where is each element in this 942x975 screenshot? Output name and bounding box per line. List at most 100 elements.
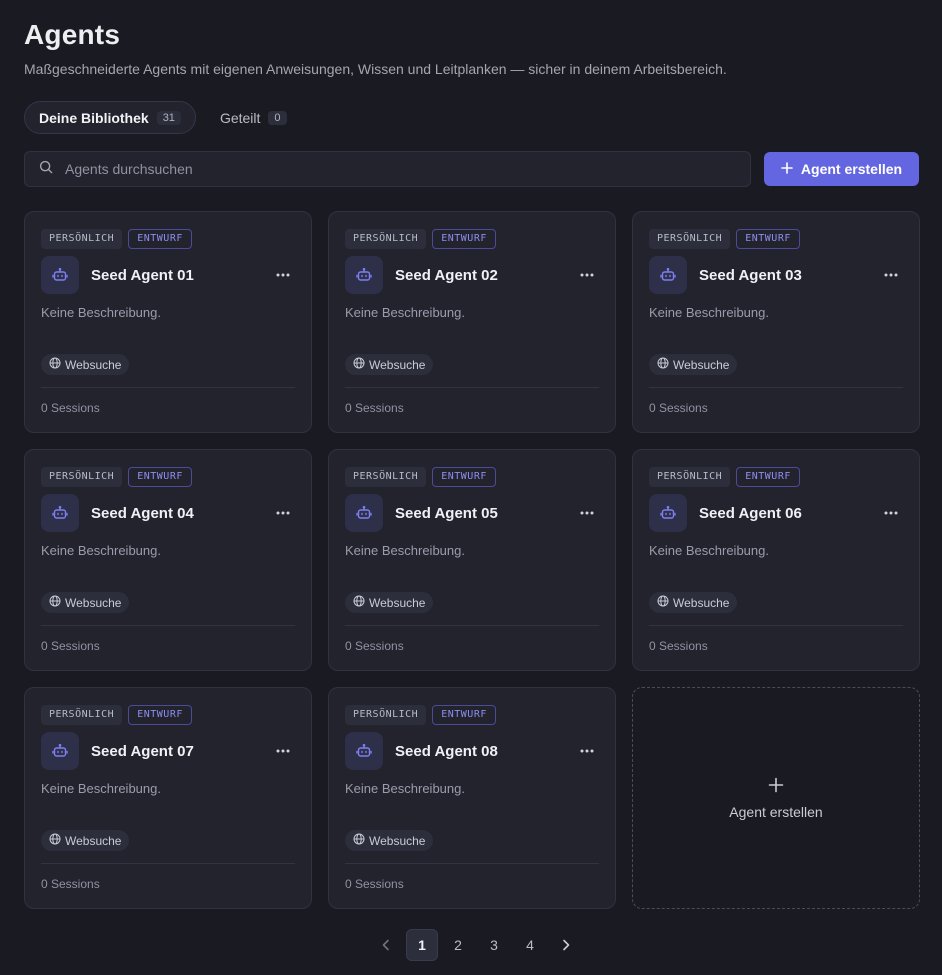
tab-library[interactable]: Deine Bibliothek 31 [24,101,196,134]
more-horizontal-icon[interactable] [269,261,297,289]
agent-card[interactable]: PERSÖNLICH ENTWURF Seed Agent 06 Keine B… [632,449,920,671]
session-count: 0 Sessions [41,639,100,653]
agent-name: Seed Agent 01 [91,266,194,284]
library-tabs: Deine Bibliothek 31 Geteilt 0 [24,101,301,134]
agent-name: Seed Agent 02 [395,266,498,284]
prev-page-button[interactable] [370,929,402,961]
more-horizontal-icon[interactable] [269,737,297,765]
agent-name: Seed Agent 08 [395,742,498,760]
more-horizontal-icon[interactable] [269,499,297,527]
session-count: 0 Sessions [41,877,100,891]
card-divider [41,387,295,388]
session-count: 0 Sessions [649,401,708,415]
robot-icon [649,494,687,532]
robot-icon [345,732,383,770]
more-horizontal-icon[interactable] [573,737,601,765]
agent-description: Keine Beschreibung. [41,305,161,320]
scope-badge: PERSÖNLICH [345,467,427,487]
card-badges: PERSÖNLICH ENTWURF [41,705,192,725]
globe-icon [353,357,365,372]
card-badges: PERSÖNLICH ENTWURF [345,467,496,487]
robot-icon [41,256,79,294]
globe-icon [353,833,365,848]
tool-chip: Websuche [345,592,434,613]
scope-badge: PERSÖNLICH [649,229,731,249]
session-count: 0 Sessions [345,877,404,891]
agent-card[interactable]: PERSÖNLICH ENTWURF Seed Agent 02 Keine B… [328,211,616,433]
tab-library-label: Deine Bibliothek [39,109,149,126]
search-bar [24,151,751,187]
card-divider [41,863,295,864]
tab-shared[interactable]: Geteilt 0 [206,101,301,134]
scope-badge: PERSÖNLICH [41,467,123,487]
status-badge: ENTWURF [128,229,192,249]
agent-card[interactable]: PERSÖNLICH ENTWURF Seed Agent 07 Keine B… [24,687,312,909]
globe-icon [353,595,365,610]
agent-name: Seed Agent 07 [91,742,194,760]
status-badge: ENTWURF [128,467,192,487]
scope-badge: PERSÖNLICH [41,229,123,249]
agent-name: Seed Agent 03 [699,266,802,284]
card-divider [649,387,903,388]
create-agent-button-label: Agent erstellen [800,161,903,177]
tool-chip-label: Websuche [369,595,426,610]
search-icon [39,160,53,179]
chevron-right-icon [563,939,570,951]
more-horizontal-icon[interactable] [877,261,905,289]
more-horizontal-icon[interactable] [573,261,601,289]
more-horizontal-icon[interactable] [877,499,905,527]
page-3-button[interactable]: 3 [478,929,510,961]
tab-library-count: 31 [156,110,181,125]
tool-chip-label: Websuche [369,833,426,848]
card-badges: PERSÖNLICH ENTWURF [649,229,800,249]
search-input[interactable] [63,160,750,178]
page-subtitle: Maßgeschneiderte Agents mit eigenen Anwe… [24,61,727,77]
session-count: 0 Sessions [41,401,100,415]
agent-name: Seed Agent 04 [91,504,194,522]
robot-icon [345,256,383,294]
card-badges: PERSÖNLICH ENTWURF [345,229,496,249]
status-badge: ENTWURF [736,229,800,249]
more-horizontal-icon[interactable] [573,499,601,527]
agents-page: Agents Maßgeschneiderte Agents mit eigen… [0,0,942,975]
globe-icon [49,357,61,372]
tool-chip-label: Websuche [369,357,426,372]
scope-badge: PERSÖNLICH [649,467,731,487]
add-agent-card[interactable]: Agent erstellen [632,687,920,909]
globe-icon [657,595,669,610]
tool-chip: Websuche [345,354,434,375]
agent-card[interactable]: PERSÖNLICH ENTWURF Seed Agent 05 Keine B… [328,449,616,671]
chevron-left-icon [382,939,389,951]
card-header: Seed Agent 02 [345,256,599,294]
status-badge: ENTWURF [432,467,496,487]
tool-chip-label: Websuche [65,833,122,848]
agent-card[interactable]: PERSÖNLICH ENTWURF Seed Agent 08 Keine B… [328,687,616,909]
agent-description: Keine Beschreibung. [41,543,161,558]
agent-card[interactable]: PERSÖNLICH ENTWURF Seed Agent 01 Keine B… [24,211,312,433]
card-divider [649,625,903,626]
tool-chip: Websuche [41,830,130,851]
tool-chip-label: Websuche [673,595,730,610]
agent-description: Keine Beschreibung. [41,781,161,796]
card-header: Seed Agent 07 [41,732,295,770]
card-header: Seed Agent 06 [649,494,903,532]
globe-icon [49,595,61,610]
card-badges: PERSÖNLICH ENTWURF [649,467,800,487]
agent-grid: PERSÖNLICH ENTWURF Seed Agent 01 Keine B… [24,211,920,909]
tool-chip-label: Websuche [65,357,122,372]
status-badge: ENTWURF [432,705,496,725]
scope-badge: PERSÖNLICH [345,229,427,249]
agent-card[interactable]: PERSÖNLICH ENTWURF Seed Agent 04 Keine B… [24,449,312,671]
create-agent-button[interactable]: Agent erstellen [764,152,919,186]
agent-card[interactable]: PERSÖNLICH ENTWURF Seed Agent 03 Keine B… [632,211,920,433]
card-divider [41,625,295,626]
page-2-button[interactable]: 2 [442,929,474,961]
page-1-button[interactable]: 1 [406,929,438,961]
agent-description: Keine Beschreibung. [345,781,465,796]
next-page-button[interactable] [550,929,582,961]
tab-shared-count: 0 [268,110,287,125]
tab-shared-label: Geteilt [219,109,261,126]
session-count: 0 Sessions [649,639,708,653]
page-4-button[interactable]: 4 [514,929,546,961]
card-badges: PERSÖNLICH ENTWURF [345,705,496,725]
